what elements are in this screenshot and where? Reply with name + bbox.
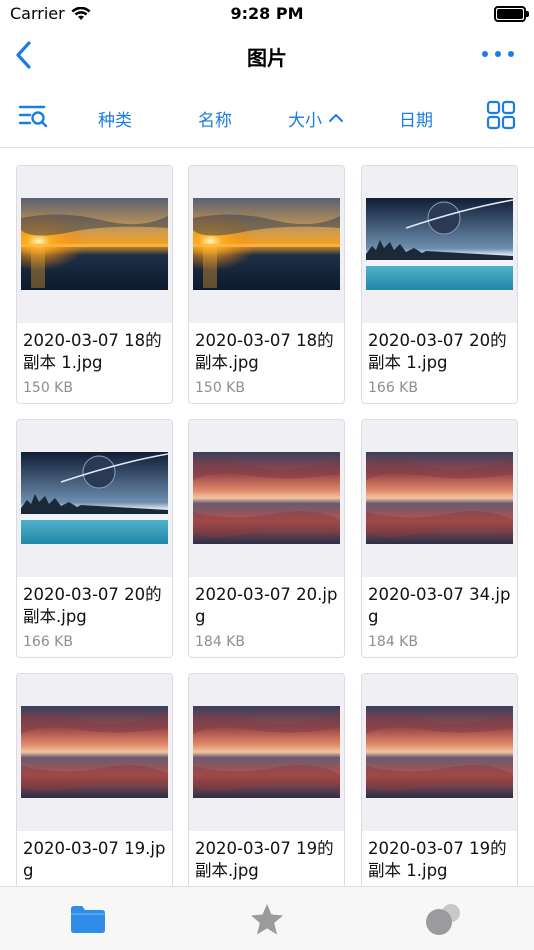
sort-by-kind[interactable]: 种类 bbox=[98, 104, 132, 132]
battery-icon bbox=[494, 6, 529, 22]
thumbnail bbox=[189, 166, 344, 323]
sort-by-size-label: 大小 bbox=[288, 110, 322, 131]
chevron-up-icon bbox=[329, 114, 343, 122]
file-size: 150 KB bbox=[195, 380, 245, 396]
file-card[interactable]: 2020-03-07 18的副本 1.jpg 150 KB bbox=[16, 165, 173, 404]
thumbnail bbox=[17, 420, 172, 577]
sort-by-name[interactable]: 名称 bbox=[198, 104, 232, 132]
file-name: 2020-03-07 19.jpg bbox=[23, 839, 166, 880]
file-card[interactable]: 2020-03-07 34.jpg 184 KB bbox=[361, 419, 518, 658]
file-size: 150 KB bbox=[23, 380, 73, 396]
file-name: 2020-03-07 18的副本 1.jpg bbox=[23, 331, 162, 372]
thumbnail bbox=[189, 674, 344, 831]
circles-icon bbox=[426, 904, 460, 935]
folder-icon bbox=[71, 906, 105, 933]
file-card[interactable]: 2020-03-07 19的副本.jpg bbox=[188, 673, 345, 886]
filter-button[interactable] bbox=[18, 102, 48, 130]
file-card[interactable]: 2020-03-07 20的副本.jpg 166 KB bbox=[16, 419, 173, 658]
thumbnail-image bbox=[21, 706, 168, 798]
thumbnail-image bbox=[366, 706, 513, 798]
thumbnail bbox=[362, 674, 517, 831]
thumbnail-image bbox=[21, 452, 168, 544]
ellipsis-icon bbox=[482, 51, 488, 57]
status-time: 9:28 PM bbox=[230, 4, 304, 23]
file-card[interactable]: 2020-03-07 18的副本.jpg 150 KB bbox=[188, 165, 345, 404]
file-name: 2020-03-07 20.jpg bbox=[195, 585, 338, 626]
navigation-bar: 图片 bbox=[0, 30, 534, 82]
thumbnail bbox=[362, 420, 517, 577]
file-grid: 2020-03-07 18的副本 1.jpg 150 KB 2020-03-07 1… bbox=[0, 149, 534, 886]
tab-files[interactable] bbox=[68, 901, 108, 937]
thumbnail-image bbox=[193, 198, 340, 290]
file-card[interactable]: 2020-03-07 19.jpg bbox=[16, 673, 173, 886]
file-name: 2020-03-07 19的副本.jpg bbox=[195, 839, 334, 880]
file-size: 166 KB bbox=[368, 380, 418, 396]
thumbnail bbox=[362, 166, 517, 323]
file-card[interactable]: 2020-03-07 20的副本 1.jpg 166 KB bbox=[361, 165, 518, 404]
thumbnail-image bbox=[366, 452, 513, 544]
file-name: 2020-03-07 20的副本 1.jpg bbox=[368, 331, 507, 372]
file-card[interactable]: 2020-03-07 19的副本 1.jpg bbox=[361, 673, 518, 886]
thumbnail bbox=[17, 166, 172, 323]
file-size: 184 KB bbox=[195, 634, 245, 650]
file-size: 184 KB bbox=[368, 634, 418, 650]
sort-by-date[interactable]: 日期 bbox=[399, 104, 433, 132]
filter-search-icon bbox=[18, 105, 48, 128]
thumbnail bbox=[17, 674, 172, 831]
file-size: 166 KB bbox=[23, 634, 73, 650]
grid-view-icon bbox=[486, 100, 516, 130]
file-name: 2020-03-07 18的副本.jpg bbox=[195, 331, 334, 372]
tab-other[interactable] bbox=[423, 901, 463, 937]
status-bar: Carrier 9:28 PM bbox=[0, 0, 534, 30]
file-name: 2020-03-07 34.jpg bbox=[368, 585, 511, 626]
thumbnail bbox=[189, 420, 344, 577]
tab-bar bbox=[0, 886, 534, 950]
sort-toolbar: 种类 名称 大小 日期 bbox=[0, 90, 534, 148]
file-card[interactable]: 2020-03-07 20.jpg 184 KB bbox=[188, 419, 345, 658]
thumbnail-image bbox=[366, 198, 513, 290]
thumbnail-image bbox=[21, 198, 168, 290]
file-name: 2020-03-07 19的副本 1.jpg bbox=[368, 839, 507, 880]
file-name: 2020-03-07 20的副本.jpg bbox=[23, 585, 162, 626]
star-icon bbox=[251, 904, 283, 935]
sort-by-size[interactable]: 大小 bbox=[288, 104, 344, 132]
thumbnail-image bbox=[193, 452, 340, 544]
more-button[interactable] bbox=[482, 46, 514, 62]
thumbnail-image bbox=[193, 706, 340, 798]
view-mode-button[interactable] bbox=[486, 100, 516, 130]
page-title: 图片 bbox=[247, 46, 287, 70]
tab-favorites[interactable] bbox=[247, 901, 287, 937]
